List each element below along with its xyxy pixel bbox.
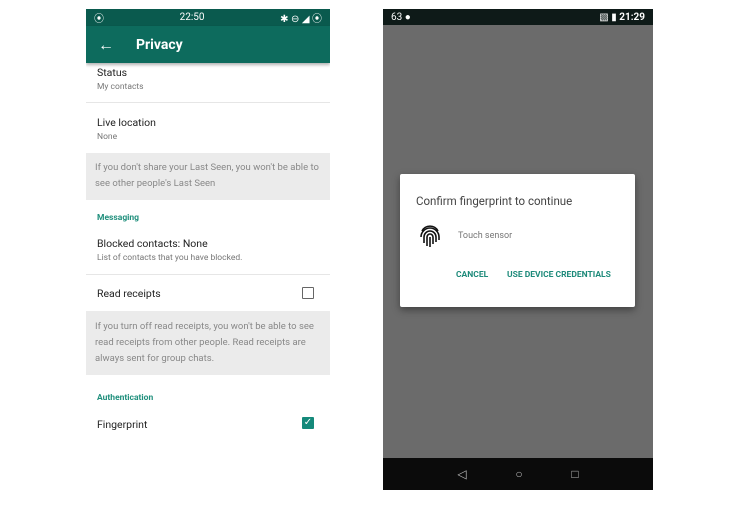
back-icon[interactable]: ◁ bbox=[457, 467, 466, 481]
blocked-contacts-setting[interactable]: Blocked contacts: None List of contacts … bbox=[97, 237, 330, 263]
messaging-header: Messaging bbox=[97, 213, 140, 223]
live-location-title: Live location bbox=[97, 116, 156, 129]
navigation-bar: ◁ ○ □ bbox=[383, 458, 653, 490]
authentication-header: Authentication bbox=[97, 393, 154, 403]
last-seen-note: If you don't share your Last Seen, you w… bbox=[86, 153, 330, 200]
fingerprint-title: Fingerprint bbox=[97, 418, 148, 431]
read-receipts-setting[interactable]: Read receipts bbox=[97, 287, 330, 300]
read-receipts-note: If you turn off read receipts, you won't… bbox=[86, 311, 330, 375]
status-title: Status bbox=[97, 66, 128, 79]
fingerprint-checkbox[interactable]: ✓ bbox=[302, 417, 314, 429]
divider bbox=[86, 274, 330, 275]
dialog-title: Confirm fingerprint to continue bbox=[416, 194, 573, 208]
left-phone-screen: ⦿ 22:50 ✱ ⊖ ◢ ⦿ ← Privacy Status My cont… bbox=[86, 9, 330, 441]
touch-sensor-label: Touch sensor bbox=[458, 231, 513, 241]
blocked-subtitle: List of contacts that you have blocked. bbox=[97, 253, 243, 263]
home-icon[interactable]: ○ bbox=[515, 467, 522, 481]
fingerprint-dialog: Confirm fingerprint to continue Touch se… bbox=[400, 174, 635, 307]
live-location-value: None bbox=[97, 132, 118, 142]
divider bbox=[86, 102, 330, 103]
record-icon: ⦿ bbox=[94, 14, 104, 25]
status-value: My contacts bbox=[97, 82, 144, 92]
toolbar: ← Privacy bbox=[86, 26, 330, 63]
use-device-credentials-button[interactable]: USE DEVICE CREDENTIALS bbox=[507, 270, 611, 280]
status-icons: ▧ ▮ bbox=[599, 11, 617, 23]
status-time: 21:29 bbox=[619, 11, 645, 23]
read-receipts-checkbox[interactable] bbox=[302, 287, 314, 299]
back-arrow-icon[interactable]: ← bbox=[98, 35, 136, 55]
blocked-title: Blocked contacts: None bbox=[97, 237, 208, 250]
status-bar: ⦿ 22:50 ✱ ⊖ ◢ ⦿ bbox=[86, 9, 330, 26]
fingerprint-icon bbox=[418, 223, 442, 255]
notification-icons: 63 ● bbox=[391, 11, 411, 23]
status-time: 22:50 bbox=[179, 12, 205, 23]
read-receipts-title: Read receipts bbox=[97, 287, 161, 300]
fingerprint-setting[interactable]: Fingerprint bbox=[97, 418, 330, 431]
status-icons: ✱ ⊖ ◢ ⦿ bbox=[280, 14, 322, 25]
page-title: Privacy bbox=[136, 36, 183, 53]
live-location-setting[interactable]: Live location None bbox=[97, 116, 330, 142]
cancel-button[interactable]: CANCEL bbox=[456, 270, 488, 280]
right-phone-screen: 63 ● ▧ ▮ 21:29 Confirm fingerprint to co… bbox=[383, 9, 653, 490]
status-setting[interactable]: Status My contacts bbox=[97, 66, 330, 92]
recents-icon[interactable]: □ bbox=[571, 467, 578, 481]
status-bar: 63 ● ▧ ▮ 21:29 bbox=[383, 9, 653, 25]
